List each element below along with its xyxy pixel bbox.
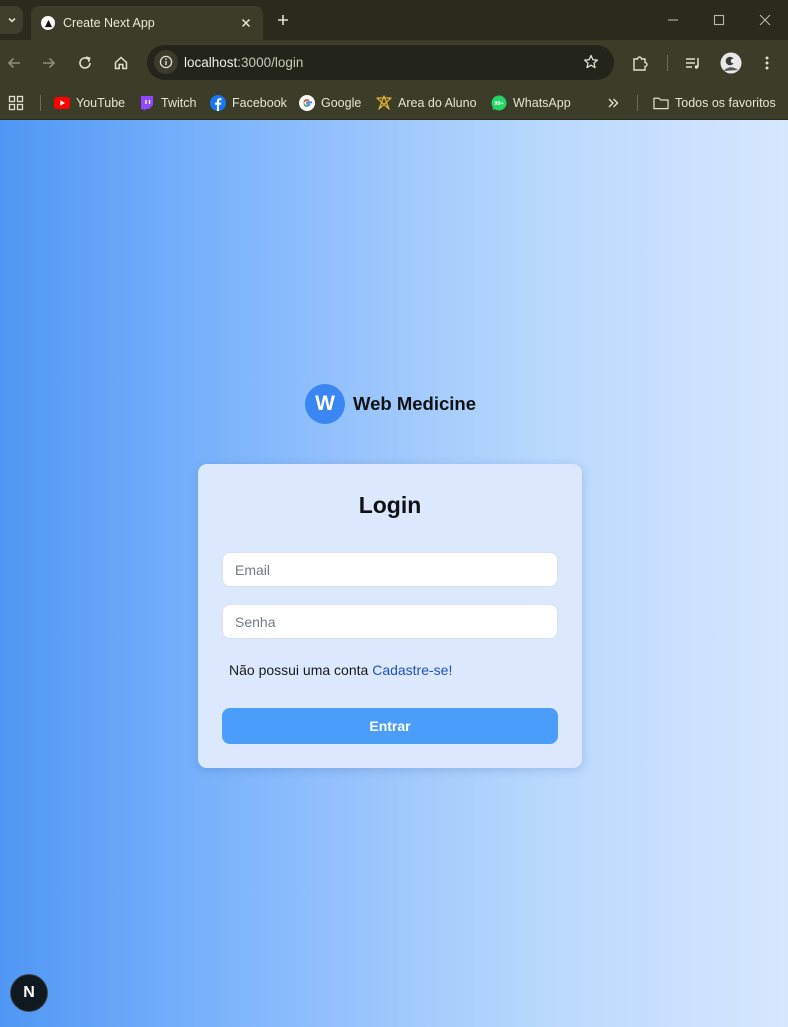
browser-toolbar: localhost:3000/login (0, 40, 788, 86)
maximize-icon (713, 14, 725, 26)
email-input[interactable] (222, 552, 558, 587)
active-tab[interactable]: Create Next App (31, 6, 263, 40)
url-path: :3000/login (237, 55, 304, 70)
plus-icon (278, 15, 288, 25)
twitch-icon (139, 95, 155, 111)
playlist-icon (686, 58, 699, 69)
signup-link[interactable]: Cadastre-se! (372, 662, 452, 678)
url-text[interactable]: localhost:3000/login (184, 55, 303, 70)
maximize-button[interactable] (708, 10, 730, 30)
folder-icon (653, 95, 669, 111)
minimize-icon (668, 19, 678, 21)
chevron-double-right-icon (608, 98, 619, 108)
more-bookmarks-button[interactable] (606, 93, 620, 113)
home-button[interactable] (110, 52, 132, 74)
reload-icon (79, 56, 91, 69)
youtube-icon (54, 95, 70, 111)
extensions-button[interactable] (629, 52, 651, 74)
nextjs-favicon-icon (41, 16, 55, 30)
facebook-icon (210, 95, 226, 111)
brand-logo: W Web Medicine (305, 384, 476, 424)
tab-title: Create Next App (63, 16, 155, 30)
all-bookmarks-label: Todos os favoritos (675, 96, 776, 110)
brand-initial-badge: W (305, 384, 345, 424)
avatar-icon (720, 52, 742, 74)
close-tab-icon[interactable] (238, 15, 254, 31)
puzzle-icon (633, 56, 648, 71)
area-do-aluno-icon (376, 95, 392, 111)
bookmark-label: Twitch (161, 96, 197, 110)
bookmark-area-do-aluno[interactable]: Area do Aluno (376, 93, 477, 113)
whatsapp-icon: 99+ (491, 95, 507, 111)
bookmark-label: Facebook (232, 96, 287, 110)
all-bookmarks-folder[interactable]: Todos os favoritos (653, 93, 776, 113)
bookmark-star-icon[interactable] (582, 53, 600, 71)
bookmark-label: YouTube (76, 96, 126, 110)
arrow-left-icon (7, 57, 20, 69)
signup-prompt-text: Não possui uma conta (229, 662, 369, 678)
new-tab-button[interactable] (273, 10, 293, 30)
profile-avatar[interactable] (718, 50, 744, 76)
tab-strip: Create Next App (0, 0, 788, 40)
login-title: Login (358, 492, 422, 518)
site-info-icon[interactable] (154, 50, 178, 74)
arrow-right-icon (43, 57, 56, 69)
chevron-down-icon (7, 17, 16, 23)
more-vertical-icon (765, 56, 769, 70)
login-page: W Web Medicine Login Não possui uma cont… (0, 120, 788, 1027)
bookmark-label: Google (321, 96, 362, 110)
bookmarks-divider (637, 95, 638, 111)
apps-grid-icon (8, 95, 24, 111)
back-button[interactable] (3, 52, 25, 74)
nextjs-dev-indicator[interactable]: N (10, 974, 48, 1012)
signup-prompt: Não possui uma conta Cadastre-se! (229, 662, 452, 678)
tab-search-button[interactable] (0, 6, 23, 34)
reload-button[interactable] (74, 52, 96, 74)
minimize-button[interactable] (662, 10, 684, 30)
bookmark-label: WhatsApp (513, 96, 571, 110)
bookmark-facebook[interactable]: Facebook (210, 93, 287, 113)
forward-button[interactable] (38, 52, 60, 74)
media-control-button[interactable] (682, 52, 704, 74)
password-input[interactable] (222, 604, 558, 639)
bookmark-google[interactable]: Google (299, 93, 361, 113)
bookmark-youtube[interactable]: YouTube (54, 93, 125, 113)
close-icon (759, 14, 771, 26)
url-host: localhost (184, 55, 238, 70)
apps-button[interactable] (8, 93, 24, 113)
google-icon (299, 95, 315, 111)
address-bar[interactable]: localhost:3000/login (147, 45, 614, 80)
login-card: Login Não possui uma conta Cadastre-se! … (198, 464, 582, 768)
login-submit-button[interactable]: Entrar (222, 708, 558, 744)
toolbar-divider (667, 55, 668, 71)
bookmarks-divider (40, 95, 41, 111)
bookmarks-bar: YouTube Twitch Facebook Google Area do A… (0, 86, 788, 120)
browser-menu-button[interactable] (756, 52, 778, 74)
brand-name: Web Medicine (353, 393, 477, 414)
home-icon (114, 56, 128, 70)
bookmark-twitch[interactable]: Twitch (139, 93, 196, 113)
svg-text:99+: 99+ (494, 101, 503, 107)
bookmark-whatsapp[interactable]: 99+ WhatsApp (491, 93, 571, 113)
bookmark-label: Area do Aluno (398, 96, 477, 110)
close-window-button[interactable] (754, 10, 776, 30)
